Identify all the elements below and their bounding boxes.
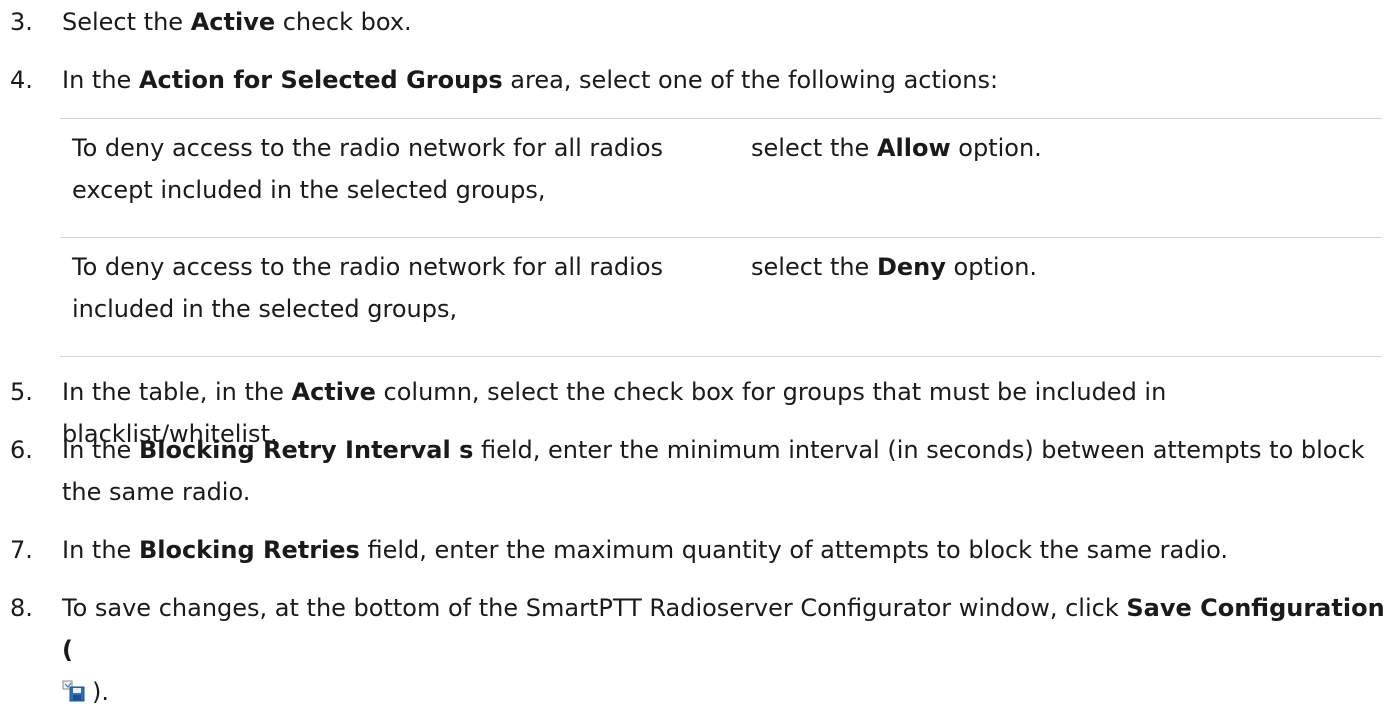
option-action: select the Deny option. xyxy=(751,238,1382,357)
step-text-pre: In the table, in the xyxy=(62,378,292,406)
step-number: 7. xyxy=(10,536,33,564)
step-text-post: area, select one of the following action… xyxy=(502,66,999,94)
step-text-pre: In the xyxy=(62,536,139,564)
table-row: To deny access to the radio network for … xyxy=(60,118,1382,238)
option-condition: To deny access to the radio network for … xyxy=(72,253,664,323)
ui-term: Active xyxy=(291,378,376,406)
step-text-pre: To save changes, at the bottom of the Sm… xyxy=(62,594,1127,622)
option-action-pre: select the xyxy=(751,253,877,281)
step-number: 8. xyxy=(10,594,33,622)
option-name: Allow xyxy=(876,134,951,162)
option-action-post: option. xyxy=(950,134,1042,162)
action-options-table: To deny access to the radio network for … xyxy=(60,118,1382,357)
step-number: 5. xyxy=(10,378,33,406)
option-action-post: option. xyxy=(945,253,1038,281)
option-action-pre: select the xyxy=(751,134,877,162)
save-configuration-icon xyxy=(62,673,86,702)
table-row: To deny access to the radio network for … xyxy=(60,237,1382,357)
option-condition: To deny access to the radio network for … xyxy=(72,134,664,204)
step-text: In the Blocking Retry Interval s field, … xyxy=(62,429,1385,513)
step-text-pre: In the xyxy=(62,66,139,94)
step-text: To save changes, at the bottom of the Sm… xyxy=(62,587,1385,713)
step-text: In the Blocking Retries field, enter the… xyxy=(62,529,1385,571)
step-text-post: check box. xyxy=(275,8,412,36)
step-text-post: ). xyxy=(92,678,109,706)
step-text-post: field, enter the maximum quantity of att… xyxy=(359,536,1229,564)
step-number: 4. xyxy=(10,66,33,94)
step-text-pre: In the xyxy=(62,436,139,464)
step-number: 3. xyxy=(10,8,33,36)
option-action: select the Allow option. xyxy=(751,119,1382,238)
ui-term: Blocking Retry Interval s xyxy=(138,436,474,464)
option-name: Deny xyxy=(876,253,946,281)
step-text: Select the Active check box. xyxy=(62,1,1385,43)
ui-term: Action for Selected Groups xyxy=(138,66,503,94)
ui-term: Active xyxy=(190,8,276,36)
ui-term: Blocking Retries xyxy=(138,536,360,564)
step-number: 6. xyxy=(10,436,33,464)
step-text: In the Action for Selected Groups area, … xyxy=(62,59,1385,101)
step-text-pre: Select the xyxy=(62,8,191,36)
